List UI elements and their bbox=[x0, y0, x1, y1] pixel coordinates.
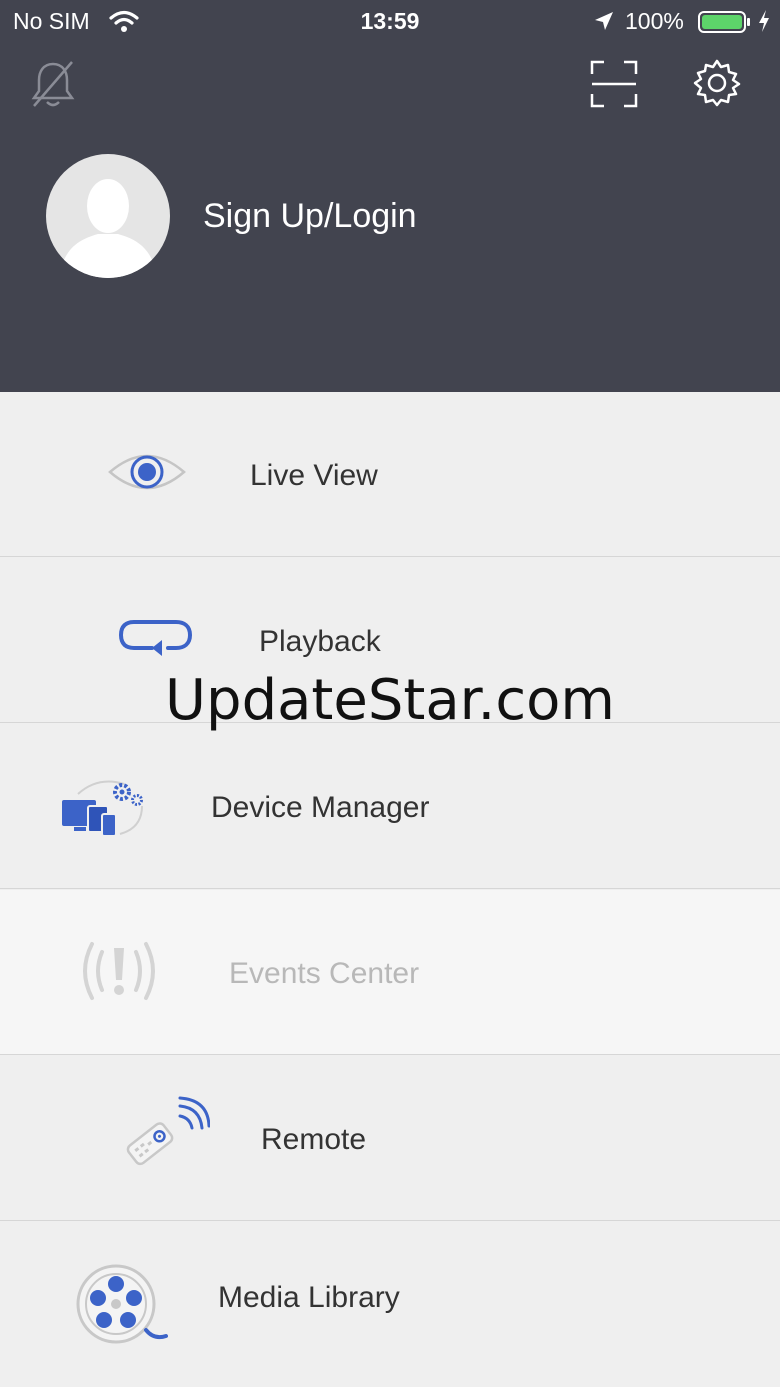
scan-icon[interactable] bbox=[588, 58, 640, 110]
eye-icon bbox=[108, 454, 186, 490]
menu-item-device-manager[interactable]: Device Manager bbox=[0, 724, 780, 889]
charging-bolt-icon bbox=[759, 10, 769, 32]
login-link[interactable]: Sign Up/Login bbox=[203, 197, 417, 236]
status-bar: No SIM 13:59 100% bbox=[0, 0, 780, 44]
user-silhouette-icon bbox=[60, 179, 156, 278]
bell-off-icon[interactable] bbox=[28, 58, 78, 110]
gear-icon[interactable] bbox=[692, 58, 742, 108]
menu-label-media-library: Media Library bbox=[218, 1281, 400, 1314]
menu-item-playback[interactable]: Playback bbox=[0, 558, 780, 723]
film-reel-icon bbox=[76, 1264, 168, 1344]
replay-icon bbox=[118, 620, 193, 656]
menu-item-live-view[interactable]: Live View bbox=[0, 392, 780, 557]
menu-item-media-library[interactable]: Media Library bbox=[0, 1222, 780, 1387]
battery-icon bbox=[698, 11, 750, 33]
devices-gear-icon bbox=[62, 780, 143, 837]
menu-label-remote: Remote bbox=[261, 1123, 367, 1156]
menu-label-events-center: Events Center bbox=[229, 957, 420, 990]
menu-item-events-center: Events Center bbox=[0, 890, 780, 1055]
menu-item-remote[interactable]: Remote bbox=[0, 1056, 780, 1221]
battery-percent-label: 100% bbox=[625, 8, 684, 34]
menu-label-live-view: Live View bbox=[250, 459, 378, 492]
avatar[interactable] bbox=[46, 154, 170, 278]
remote-control-icon bbox=[126, 1096, 210, 1166]
main-menu: Live View Playback Device Manager Events… bbox=[0, 392, 780, 1387]
menu-label-playback: Playback bbox=[259, 625, 381, 658]
alert-signal-icon bbox=[83, 942, 155, 1000]
location-arrow-icon bbox=[595, 12, 613, 30]
header-panel: No SIM 13:59 100% Sign Up/Login bbox=[0, 0, 780, 392]
menu-label-device-manager: Device Manager bbox=[211, 791, 430, 824]
